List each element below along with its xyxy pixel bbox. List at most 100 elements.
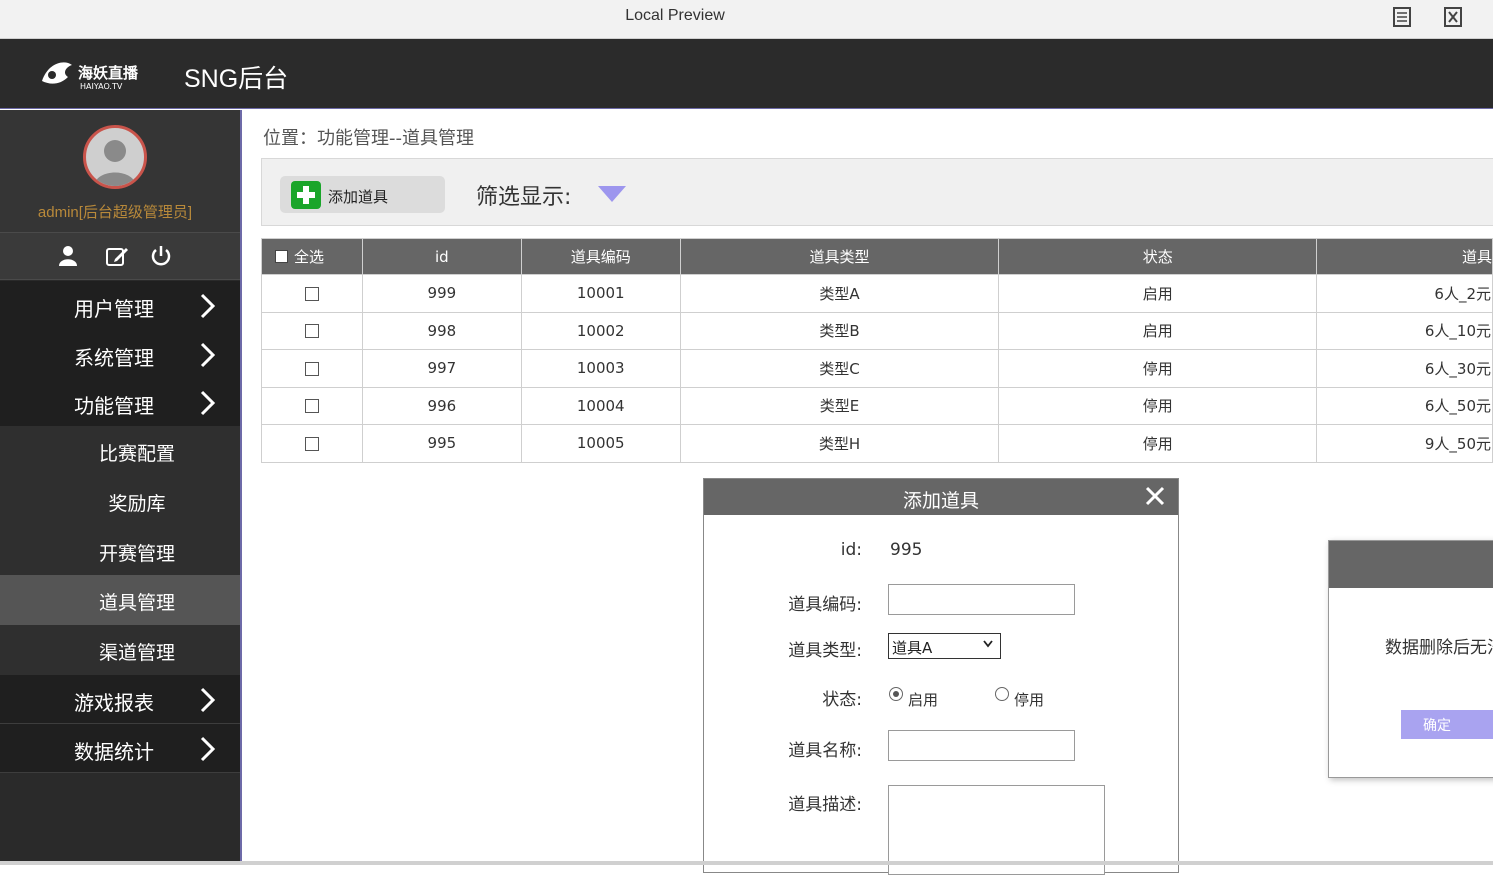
cell-code: 10004 [520,386,681,425]
chevron-right-icon [200,342,216,368]
nav-item-management[interactable]: 道具管理 [0,575,240,625]
cell-status: 停用 [998,386,1318,425]
chevron-right-icon [200,390,216,416]
nav-label: 渠道管理 [98,642,175,664]
cell-id: 999 [361,274,522,313]
status-enabled-label: 启用 [908,691,939,709]
add-item-button[interactable]: 添加道具 [280,176,445,213]
row-checkbox[interactable] [304,286,319,301]
cell-code: 10005 [520,424,681,463]
type-label: 道具类型: [788,641,862,661]
user-avatar-icon [94,140,136,186]
dialog-header: 添加道具 [704,479,1178,515]
id-value: 995 [890,540,923,560]
row-select-cell[interactable] [261,386,363,425]
select-all-header[interactable]: 全选 [261,238,363,275]
nav-label: 开赛管理 [98,543,175,565]
nav-data-statistics[interactable]: 数据统计 [0,724,240,773]
name-input[interactable] [888,730,1075,761]
filter-dropdown-icon[interactable] [598,186,626,202]
column-header-code: 道具编码 [520,238,681,275]
cell-name: 6人_30元 [1316,349,1493,388]
nav-system-management[interactable]: 系统管理 [0,330,240,379]
cell-type: 类型B [679,311,1000,350]
sidebar: admin[后台超级管理员] 用户管理 系统管理 功能管理 比赛配置 奖励库 开… [0,110,240,865]
row-checkbox[interactable] [304,399,319,414]
cell-type: 类型E [679,386,1000,425]
confirm-ok-button[interactable]: 确定 [1401,710,1493,739]
code-label: 道具编码: [788,595,862,615]
row-select-cell[interactable] [261,274,363,313]
table-row: 996 10004 类型E 停用 6人_50元 [261,386,1493,425]
select-all-checkbox[interactable] [275,250,288,263]
items-table: 全选 id 道具编码 道具类型 状态 道具 999 10001 类型A 启用 6… [261,238,1493,463]
nav-game-reports[interactable]: 游戏报表 [0,675,240,724]
content-divider [240,110,242,865]
chevron-right-icon [200,687,216,713]
status-enabled-radio[interactable] [889,687,903,701]
plus-icon [291,181,321,209]
cell-id: 997 [361,349,522,388]
cell-code: 10003 [520,349,681,388]
status-disabled-label: 停用 [1014,691,1045,709]
nav-match-config[interactable]: 比赛配置 [0,426,240,476]
cell-name: 6人_50元 [1316,386,1493,425]
app-title: SNG后台 [184,65,289,93]
horizontal-scrollbar[interactable] [0,861,1493,865]
power-icon[interactable] [149,244,173,268]
nav-label: 比赛配置 [98,443,175,465]
type-selected-value: 道具A [892,639,933,657]
close-preview-icon[interactable] [1442,6,1464,28]
status-label: 状态: [822,690,862,710]
nav-reward-library[interactable]: 奖励库 [0,476,240,526]
chevron-right-icon [200,736,216,762]
row-select-cell[interactable] [261,349,363,388]
column-header-type: 道具类型 [679,238,1000,275]
confirm-header [1329,541,1493,588]
table-row: 998 10002 类型B 启用 6人_10元 [261,311,1493,350]
user-icon[interactable] [56,244,80,268]
status-disabled-radio[interactable] [995,687,1009,701]
row-checkbox[interactable] [304,361,319,376]
close-icon[interactable] [1144,485,1166,507]
breadcrumb: 位置：功能管理--道具管理 [263,128,474,149]
cell-name: 6人_2元 [1316,274,1493,313]
nav-label: 数据统计 [74,740,154,764]
cell-status: 停用 [998,424,1318,463]
nav-match-start[interactable]: 开赛管理 [0,526,240,576]
nav-function-management[interactable]: 功能管理 [0,378,240,427]
filter-label: 筛选显示: [476,185,572,210]
toolbar: 添加道具 筛选显示: [261,158,1493,226]
type-select[interactable]: 道具A [888,633,1001,659]
name-label: 道具名称: [788,741,862,761]
reader-icon[interactable] [1391,6,1413,28]
cell-id: 995 [361,424,522,463]
nav-label: 系统管理 [74,346,154,370]
row-checkbox[interactable] [304,324,319,339]
delete-confirm-dialog: 数据删除后无法 确定 [1328,540,1493,778]
cell-status: 停用 [998,349,1318,388]
avatar[interactable] [83,125,147,189]
cell-name: 9人_50元 [1316,424,1493,463]
window-title: Local Preview [625,7,725,24]
cell-id: 996 [361,386,522,425]
column-header-status: 状态 [998,238,1318,275]
cell-id: 998 [361,311,522,350]
row-checkbox[interactable] [304,436,319,451]
nav-label: 功能管理 [74,394,154,418]
row-select-cell[interactable] [261,311,363,350]
nav-user-management[interactable]: 用户管理 [0,281,240,330]
select-all-label: 全选 [294,248,325,266]
haiyao-logo: 海妖直播 HAIYAO.TV [42,62,139,91]
nav-channel-management[interactable]: 渠道管理 [0,625,240,675]
add-item-label: 添加道具 [328,188,389,206]
code-input[interactable] [888,584,1075,615]
cell-code: 10001 [520,274,681,313]
confirm-message: 数据删除后无法 [1385,638,1493,658]
profile-panel: admin[后台超级管理员] [0,110,240,232]
window-titlebar: Local Preview [0,0,1493,39]
profile-tools [0,232,240,280]
table-row: 995 10005 类型H 停用 9人_50元 [261,424,1493,463]
edit-icon[interactable] [105,244,129,268]
row-select-cell[interactable] [261,424,363,463]
